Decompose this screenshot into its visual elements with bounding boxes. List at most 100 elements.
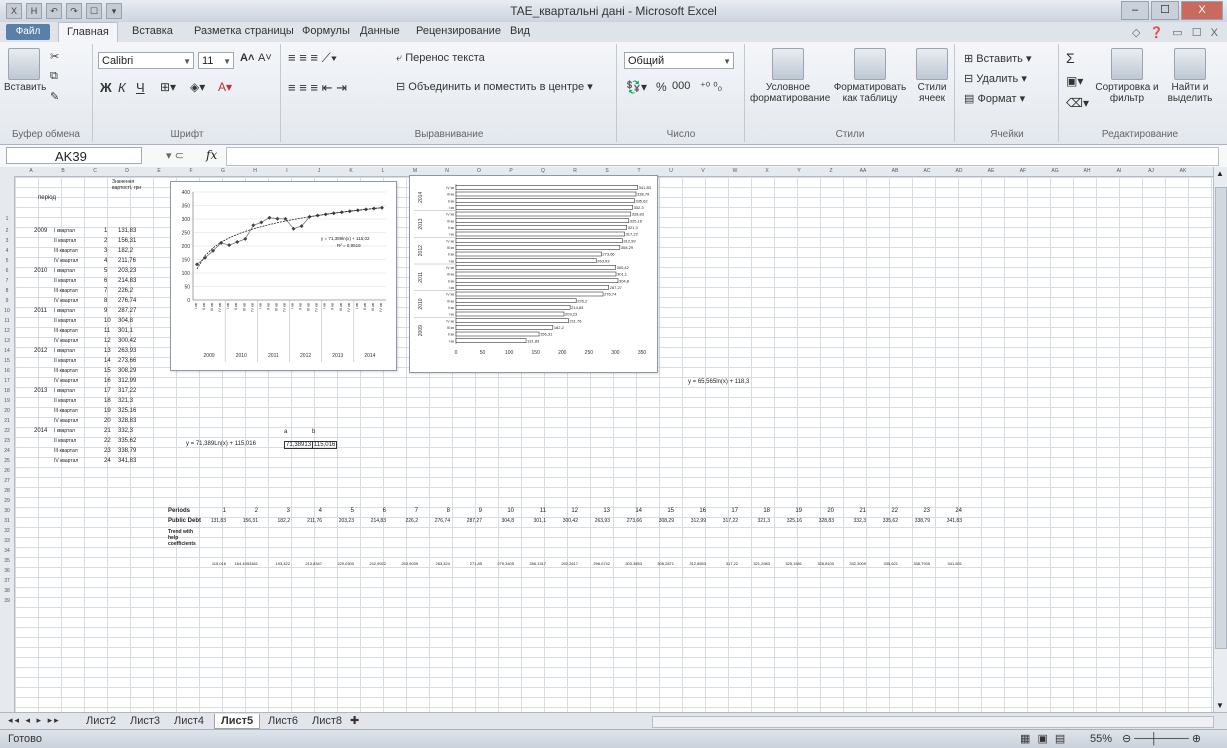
row-header[interactable]: 7 (0, 278, 14, 284)
format-cells-button[interactable]: ▤ Формат ▾ (964, 92, 1025, 105)
scroll-up-icon[interactable]: ▲ (1216, 169, 1224, 178)
row-header[interactable]: 1 (0, 216, 14, 222)
column-header[interactable]: U (655, 167, 687, 176)
column-header[interactable]: B (47, 167, 79, 176)
sheet-tab-lyst3[interactable]: Лист3 (124, 714, 166, 728)
row-header[interactable]: 9 (0, 298, 14, 304)
column-header[interactable]: V (687, 167, 719, 176)
column-header[interactable]: AH (1071, 167, 1103, 176)
cut-icon[interactable]: ✂ (50, 50, 59, 63)
sheet-nav-icon[interactable]: ◂◂ ◂ ▸ ▸▸ (8, 715, 61, 726)
row-header[interactable]: 17 (0, 378, 14, 384)
column-header[interactable]: AD (943, 167, 975, 176)
name-box-dropdown-icon[interactable]: ▾ ⊂ (166, 149, 184, 162)
fill-color-icon[interactable]: ◈▾ (190, 80, 205, 94)
column-header[interactable]: C (79, 167, 111, 176)
row-header[interactable]: 32 (0, 528, 14, 534)
row-header[interactable]: 38 (0, 588, 14, 594)
row-header[interactable]: 8 (0, 288, 14, 294)
scroll-thumb[interactable] (1215, 187, 1227, 649)
row-header[interactable]: 36 (0, 568, 14, 574)
row-header[interactable]: 3 (0, 238, 14, 244)
row-header[interactable]: 10 (0, 308, 14, 314)
close-button[interactable]: X (1181, 1, 1223, 20)
align-top-icon[interactable]: ≡ ≡ ≡ ⟋▾ (288, 50, 337, 66)
tab-view[interactable]: Вид (510, 25, 530, 37)
fx-icon[interactable]: fx (206, 148, 217, 162)
number-format-combo[interactable]: Общий ▼ (624, 52, 734, 69)
sheet-tab-lyst4[interactable]: Лист4 (168, 714, 210, 728)
sheet-tab-lyst6[interactable]: Лист6 (262, 714, 304, 728)
font-color-icon[interactable]: A▾ (218, 80, 232, 94)
tab-insert[interactable]: Вставка (132, 25, 173, 37)
copy-icon[interactable]: ⧉ (50, 70, 58, 83)
borders-icon[interactable]: ⊞▾ (160, 80, 176, 94)
row-header[interactable]: 6 (0, 268, 14, 274)
column-header[interactable]: X (751, 167, 783, 176)
column-header[interactable]: AI (1103, 167, 1135, 176)
tab-data[interactable]: Данные (360, 25, 400, 37)
column-header[interactable]: Z (815, 167, 847, 176)
column-header[interactable]: AF (1007, 167, 1039, 176)
row-header[interactable]: 26 (0, 468, 14, 474)
formula-input[interactable] (226, 147, 1219, 166)
insert-sheet-icon[interactable]: ✚ (350, 714, 359, 727)
column-header[interactable]: AA (847, 167, 879, 176)
horizontal-scrollbar[interactable] (652, 716, 1214, 728)
font-family-combo[interactable]: Calibri ▼ (98, 52, 194, 69)
thousands-button[interactable]: 000 (672, 80, 690, 92)
column-header[interactable]: G (207, 167, 239, 176)
row-header[interactable]: 15 (0, 358, 14, 364)
maximize-button[interactable]: ☐ (1151, 1, 1179, 20)
column-header[interactable]: Y (783, 167, 815, 176)
format-painter-icon[interactable]: ✎ (50, 90, 59, 103)
autosum-button[interactable]: Σ (1066, 50, 1075, 66)
tab-review[interactable]: Рецензирование (416, 25, 501, 37)
align-left-icon[interactable]: ≡ ≡ ≡ ⇤ ⇥ (288, 80, 347, 96)
column-header[interactable]: AC (911, 167, 943, 176)
delete-cells-button[interactable]: ⊟ Удалить ▾ (964, 72, 1027, 85)
italic-button[interactable]: К (118, 80, 126, 95)
column-header[interactable]: K (335, 167, 367, 176)
tab-file[interactable]: Файл (6, 24, 50, 40)
row-header[interactable]: 23 (0, 438, 14, 444)
clear-icon[interactable]: ⌫▾ (1066, 96, 1089, 110)
row-header[interactable]: 34 (0, 548, 14, 554)
column-header[interactable]: I (271, 167, 303, 176)
zoom-level[interactable]: 55% (1090, 733, 1112, 745)
column-header[interactable]: W (719, 167, 751, 176)
row-header[interactable]: 20 (0, 408, 14, 414)
shrink-font-button[interactable]: A˅ (258, 52, 272, 64)
column-header[interactable]: AJ (1135, 167, 1167, 176)
row-header[interactable]: 14 (0, 348, 14, 354)
row-header[interactable]: 16 (0, 368, 14, 374)
bar-chart[interactable]: 0 50 100 150 200 250 300 350 341,83 IV кв 338,79 ІІ… (409, 175, 658, 373)
column-header[interactable]: L (367, 167, 399, 176)
line-chart[interactable]: 0 50 100 150 200 250 300 350 400 y = 71,389ln(x) … (170, 181, 397, 371)
row-header[interactable]: 28 (0, 488, 14, 494)
row-header[interactable]: 29 (0, 498, 14, 504)
minimize-button[interactable]: – (1121, 1, 1149, 20)
sort-filter-button[interactable]: Сортировка и фильтр (1094, 48, 1160, 104)
underline-button[interactable]: Ч (136, 80, 145, 95)
font-size-combo[interactable]: 11 ▼ (198, 52, 234, 69)
ribbon-right-controls[interactable]: ◇ ❓ ▭ ☐ X (1132, 26, 1221, 39)
merge-center-button[interactable]: ⊟ Объединить и поместить в центре ▾ (396, 80, 593, 93)
insert-cells-button[interactable]: ⊞ Вставить ▾ (964, 52, 1032, 65)
row-header[interactable]: 39 (0, 598, 14, 604)
column-header[interactable]: AG (1039, 167, 1071, 176)
grow-font-button[interactable]: A˄ (240, 52, 254, 64)
zoom-slider[interactable]: ⊖ ──┼──── ⊕ (1122, 732, 1201, 745)
row-header[interactable]: 2 (0, 228, 14, 234)
decimal-icon[interactable]: ⁺⁰ ⁰₀ (700, 80, 722, 93)
worksheet[interactable]: A B C D E F G H I J K L M N O P Q R S T U V W X Y Z AA AB AC AD AE AF AG… (0, 167, 1214, 712)
percent-button[interactable]: % (656, 80, 667, 94)
paste-button[interactable]: Вставить (4, 48, 46, 93)
fill-icon[interactable]: ▣▾ (1066, 74, 1083, 88)
column-header[interactable]: H (239, 167, 271, 176)
row-header[interactable]: 30 (0, 508, 14, 514)
row-header[interactable]: 25 (0, 458, 14, 464)
row-header[interactable]: 35 (0, 558, 14, 564)
column-header[interactable]: J (303, 167, 335, 176)
column-header[interactable]: D (111, 167, 143, 176)
